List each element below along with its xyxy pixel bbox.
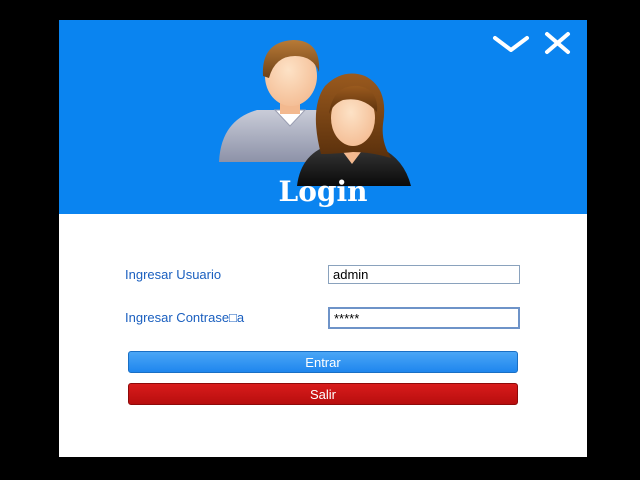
close-button[interactable] bbox=[543, 30, 573, 58]
username-field[interactable] bbox=[328, 265, 520, 284]
password-field[interactable] bbox=[328, 307, 520, 329]
login-window: Login Ingresar Usuario Ingresar Contrase… bbox=[59, 20, 587, 457]
minimize-button[interactable] bbox=[491, 30, 531, 58]
login-title: Login bbox=[278, 175, 368, 208]
users-icon bbox=[219, 40, 411, 186]
close-icon bbox=[545, 32, 570, 54]
header-banner: Login bbox=[59, 20, 587, 214]
chevron-down-icon bbox=[493, 36, 529, 52]
enter-button[interactable]: Entrar bbox=[128, 351, 518, 373]
username-label: Ingresar Usuario bbox=[125, 267, 222, 282]
exit-button[interactable]: Salir bbox=[128, 383, 518, 405]
password-label: Ingresar Contrase□a bbox=[125, 310, 245, 325]
